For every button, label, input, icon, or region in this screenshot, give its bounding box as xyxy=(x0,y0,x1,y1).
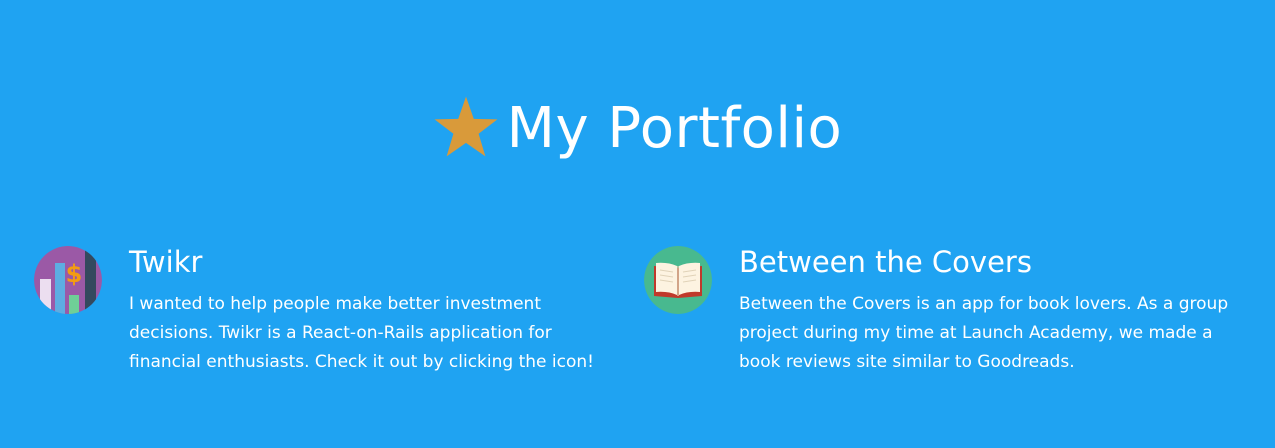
portfolio-heading: My Portfolio xyxy=(0,96,1275,162)
open-book-icon[interactable] xyxy=(644,246,712,314)
svg-text:$: $ xyxy=(66,260,83,288)
project-description: Between the Covers is an app for book lo… xyxy=(739,294,1229,372)
page-title: My Portfolio xyxy=(506,96,843,161)
project-title: Twikr xyxy=(129,245,203,279)
project-title: Between the Covers xyxy=(739,245,1032,279)
project-twikr: $ Twikr I wanted to help people make bet… xyxy=(34,244,629,377)
project-text: Between the Covers Between the Covers is… xyxy=(739,244,1259,377)
project-between-the-covers: Between the Covers Between the Covers is… xyxy=(644,244,1259,377)
project-description: I wanted to help people make better inve… xyxy=(129,294,594,372)
portfolio-section: My Portfolio $ Twikr I wanted to help pe… xyxy=(0,0,1275,448)
finance-chart-icon[interactable]: $ xyxy=(34,246,102,314)
project-text: Twikr I wanted to help people make bette… xyxy=(129,244,629,377)
star-icon xyxy=(434,96,498,157)
